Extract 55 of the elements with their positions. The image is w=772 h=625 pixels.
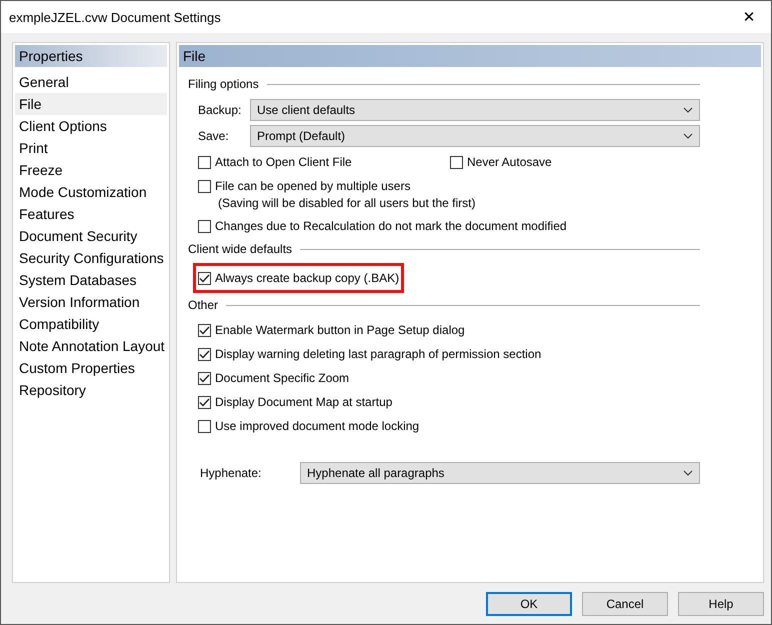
sidebar-item[interactable]: System Databases	[15, 269, 167, 291]
checkbox[interactable]	[198, 156, 211, 168]
sidebar-item[interactable]: Mode Customization	[15, 181, 167, 203]
checkbox[interactable]	[450, 156, 463, 168]
sidebar-item[interactable]: Print	[15, 137, 167, 159]
option-note: (Saving will be disabled for all users but the first)	[217, 196, 476, 212]
checkbox[interactable]	[198, 272, 211, 284]
field-label: Hyphenate:	[200, 466, 262, 480]
checkbox-option[interactable]: Never Autosave	[450, 152, 552, 172]
dialog-button[interactable]: Cancel	[582, 592, 668, 616]
chevron-down-icon	[683, 107, 693, 113]
group-title: Other	[188, 298, 218, 312]
dialog-button[interactable]: Help	[678, 592, 764, 616]
sidebar-item[interactable]: General	[15, 71, 167, 93]
checkbox-option[interactable]: File can be opened by multiple users	[198, 176, 476, 196]
dropdown[interactable]: Hyphenate all paragraphs	[300, 462, 700, 484]
checkbox-option[interactable]: Changes due to Recalculation do not mark the document modified	[198, 216, 567, 236]
sidebar-item[interactable]: Freeze	[15, 159, 167, 181]
sidebar-item[interactable]: Custom Properties	[15, 357, 167, 379]
chevron-down-icon	[683, 470, 693, 476]
checkbox-option[interactable]: Display Document Map at startup	[198, 392, 392, 412]
checkbox[interactable]	[198, 396, 211, 408]
group-title: Filing options	[188, 77, 259, 91]
sidebar-item[interactable]: Security Configurations	[15, 247, 167, 269]
sidebar-item[interactable]: Repository	[15, 379, 167, 401]
sidebar-item[interactable]: Document Security	[15, 225, 167, 247]
checkbox[interactable]	[198, 420, 211, 432]
field-label: Backup:	[198, 103, 242, 117]
group-title: Client wide defaults	[188, 242, 292, 256]
checkbox-option[interactable]: Use improved document mode locking	[198, 416, 420, 436]
checkbox[interactable]	[198, 372, 211, 384]
checkbox-option[interactable]: Document Specific Zoom	[198, 368, 350, 388]
sidebar-item[interactable]: File	[15, 93, 167, 115]
window-title: exmpleJZEL.cvw Document Settings	[9, 10, 221, 24]
dropdown[interactable]: Prompt (Default)	[250, 125, 700, 147]
checkbox[interactable]	[198, 348, 211, 360]
checkbox[interactable]	[198, 324, 211, 336]
dropdown[interactable]: Use client defaults	[250, 99, 700, 121]
checkbox-option[interactable]: Display warning deleting last paragraph of permission section	[198, 344, 542, 364]
chevron-down-icon	[683, 133, 693, 139]
panel-header: File	[179, 45, 761, 67]
sidebar-item[interactable]: Client Options	[15, 115, 167, 137]
sidebar-item[interactable]: Note Annotation Layout	[15, 335, 167, 357]
checkbox[interactable]	[198, 180, 211, 192]
close-button[interactable]: ✕	[727, 1, 771, 33]
sidebar-item[interactable]: Compatibility	[15, 313, 167, 335]
checkbox-option[interactable]: Attach to Open Client File	[198, 152, 450, 172]
dialog-button[interactable]: OK	[486, 592, 572, 616]
sidebar-header: Properties	[15, 45, 167, 67]
field-label: Save:	[198, 129, 230, 143]
sidebar-item[interactable]: Features	[15, 203, 167, 225]
sidebar-item[interactable]: Version Information	[15, 291, 167, 313]
checkbox[interactable]	[198, 220, 211, 232]
checkbox-option[interactable]: Enable Watermark button in Page Setup dialog	[198, 320, 465, 340]
checkbox-option[interactable]: Always create backup copy (.BAK)	[198, 268, 400, 288]
